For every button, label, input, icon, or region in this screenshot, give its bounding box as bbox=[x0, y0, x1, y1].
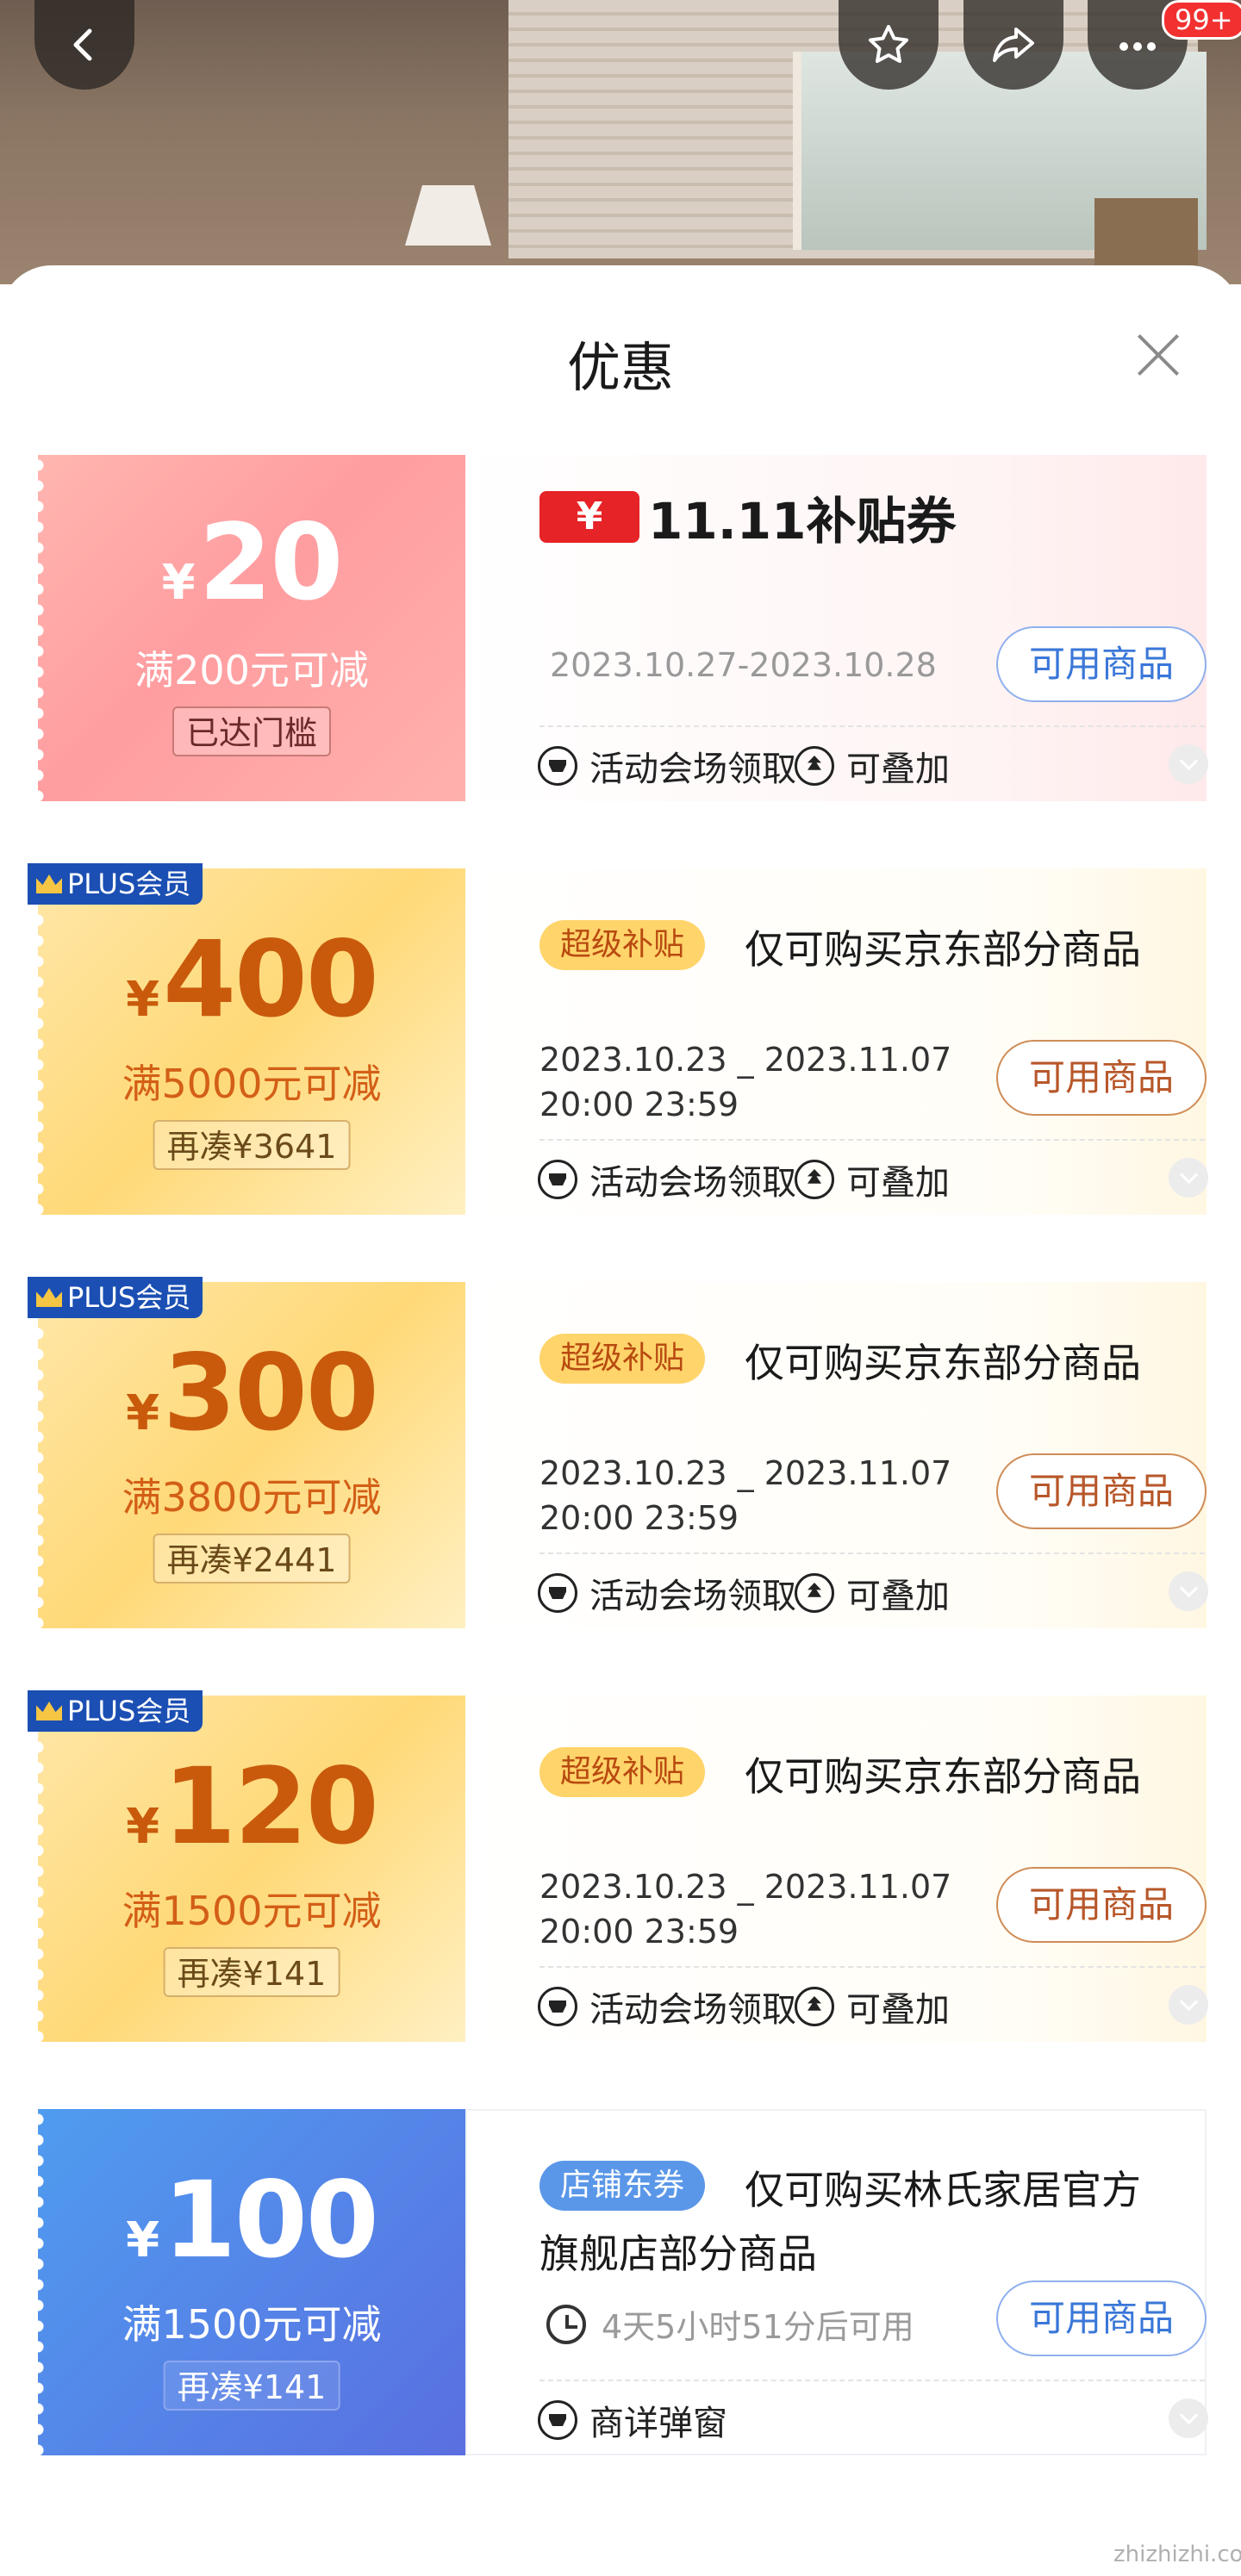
available-products-button[interactable]: 可用商品 bbox=[996, 1040, 1207, 1116]
coupon-title: 仅可购买京东部分商品 bbox=[745, 1753, 1141, 1800]
ticket-icon bbox=[538, 1160, 577, 1199]
coupon-value-panel: ¥20 满200元可减 已达门槛 bbox=[38, 455, 465, 801]
super-subsidy-pill: 超级补贴 bbox=[539, 920, 706, 970]
super-subsidy-pill: 超级补贴 bbox=[539, 1334, 706, 1384]
remaining-tag: 再凑¥141 bbox=[163, 2361, 340, 2411]
divider bbox=[539, 725, 1205, 727]
feature-claim: 活动会场领取 bbox=[538, 1982, 796, 2032]
plus-member-badge: PLUS会员 bbox=[28, 863, 203, 905]
plus-member-badge: PLUS会员 bbox=[28, 1690, 203, 1732]
double-eleven-logo: ¥ 11.11补贴券 bbox=[539, 481, 956, 553]
feature-claim: 活动会场领取 bbox=[538, 1568, 796, 1618]
available-products-button[interactable]: 可用商品 bbox=[996, 1453, 1207, 1529]
lamp-shade bbox=[405, 185, 491, 246]
expand-chevron-icon[interactable] bbox=[1169, 1571, 1208, 1611]
remaining-tag: 再凑¥3641 bbox=[153, 1120, 351, 1170]
close-icon[interactable] bbox=[1136, 333, 1181, 377]
notification-badge: 99+ bbox=[1162, 0, 1241, 40]
clock-icon bbox=[546, 2304, 586, 2344]
coupon-title: 仅可购买京东部分商品 bbox=[745, 1340, 1141, 1386]
coupon-edge bbox=[38, 455, 47, 801]
chevron-left-icon bbox=[73, 28, 92, 61]
coupon-card: ¥20 满200元可减 已达门槛 ¥ 11.11补贴券 2023.10.27-2… bbox=[38, 455, 1208, 801]
expand-chevron-icon[interactable] bbox=[1169, 1158, 1208, 1198]
validity-date: 2023.10.23 _ 2023.11.07 bbox=[539, 1454, 952, 1492]
ticket-icon bbox=[538, 746, 577, 786]
stack-icon bbox=[795, 746, 834, 786]
crown-icon bbox=[36, 1288, 62, 1307]
star-icon bbox=[869, 25, 908, 63]
coupon-condition: 满5000元可减 bbox=[122, 1061, 382, 1107]
expand-chevron-icon[interactable] bbox=[1169, 744, 1208, 784]
stack-icon bbox=[795, 1573, 834, 1613]
divider bbox=[539, 1966, 1205, 1968]
feature-stackable: 可叠加 bbox=[795, 1982, 950, 2032]
feature-stackable: 可叠加 bbox=[795, 741, 950, 791]
ticket-icon bbox=[538, 1987, 577, 2026]
available-products-button[interactable]: 可用商品 bbox=[996, 1867, 1207, 1943]
feature-claim: 活动会场领取 bbox=[538, 1154, 796, 1204]
validity-time: 20:00 23:59 bbox=[539, 1086, 739, 1123]
feature-stackable: 可叠加 bbox=[795, 1568, 950, 1618]
remaining-tag: 再凑¥2441 bbox=[153, 1534, 351, 1584]
plus-member-badge: PLUS会员 bbox=[28, 1277, 203, 1318]
share-icon bbox=[993, 28, 1034, 62]
sheet-title: 优惠 bbox=[566, 336, 674, 399]
coupon-card: ¥400 满5000元可减 再凑¥3641 PLUS会员 超级补贴 仅可购买京东… bbox=[28, 863, 1208, 1215]
stack-icon bbox=[795, 1987, 834, 2026]
coupon-condition: 满3800元可减 bbox=[122, 1474, 382, 1521]
ticket-icon bbox=[538, 1573, 577, 1613]
coupon-value-panel: ¥120 满1500元可减 再凑¥141 bbox=[38, 1696, 465, 2042]
coupon-condition: 满1500元可减 bbox=[122, 1888, 382, 1934]
coupon-amount: ¥100 bbox=[126, 2159, 379, 2281]
expand-chevron-icon[interactable] bbox=[1169, 2399, 1208, 2438]
crown-icon bbox=[36, 874, 62, 893]
validity-time: 20:00 23:59 bbox=[539, 1499, 739, 1537]
coupon-edge bbox=[38, 1282, 47, 1628]
feature-stackable: 可叠加 bbox=[795, 1154, 950, 1204]
ticket-icon bbox=[538, 2400, 577, 2440]
coupon-title: 仅可购买林氏家居官方 bbox=[745, 2167, 1141, 2213]
coupon-card: ¥120 满1500元可减 再凑¥141 PLUS会员 超级补贴 仅可购买京东部… bbox=[28, 1690, 1208, 2042]
coupon-amount: ¥400 bbox=[126, 918, 379, 1041]
available-products-button[interactable]: 可用商品 bbox=[996, 626, 1207, 702]
validity-date: 2023.10.23 _ 2023.11.07 bbox=[539, 1868, 952, 1906]
coupon-amount: ¥20 bbox=[161, 501, 344, 624]
coupon-edge bbox=[38, 2109, 47, 2455]
store-coupon-pill: 店铺东券 bbox=[539, 2161, 706, 2211]
remaining-tag: 再凑¥141 bbox=[163, 1947, 340, 1997]
coupon-value-panel: ¥100 满1500元可减 再凑¥141 bbox=[38, 2109, 465, 2455]
crown-icon bbox=[36, 1702, 62, 1720]
coupon-title: 仅可购买京东部分商品 bbox=[745, 926, 1141, 973]
coupon-condition: 满1500元可减 bbox=[122, 2301, 382, 2348]
countdown: 4天5小时51分后可用 bbox=[546, 2300, 914, 2348]
coupon-edge bbox=[38, 868, 47, 1215]
validity-date: 2023.10.23 _ 2023.11.07 bbox=[539, 1041, 952, 1079]
watermark: zhizhizhi.com bbox=[1113, 2542, 1241, 2567]
divider bbox=[539, 1552, 1205, 1554]
coupon-amount: ¥300 bbox=[126, 1332, 379, 1454]
super-subsidy-pill: 超级补贴 bbox=[539, 1747, 706, 1797]
feature-popup: 商详弹窗 bbox=[538, 2395, 727, 2445]
coupon-value-panel: ¥300 满3800元可减 再凑¥2441 bbox=[38, 1282, 465, 1628]
coupon-edge bbox=[38, 1696, 47, 2042]
validity-time: 20:00 23:59 bbox=[539, 1913, 739, 1951]
divider bbox=[539, 1139, 1205, 1141]
coupon-card: ¥100 满1500元可减 再凑¥141 店铺东券 仅可购买林氏家居官方 旗舰店… bbox=[38, 2109, 1208, 2455]
coupon-value-panel: ¥400 满5000元可减 再凑¥3641 bbox=[38, 868, 465, 1215]
coupon-title-line2: 旗舰店部分商品 bbox=[539, 2231, 817, 2277]
validity-date: 2023.10.27-2023.10.28 bbox=[550, 646, 937, 684]
divider bbox=[539, 2380, 1205, 2381]
more-icon bbox=[1119, 42, 1156, 51]
coupon-condition: 满200元可减 bbox=[134, 647, 369, 694]
feature-claim: 活动会场领取 bbox=[538, 741, 796, 791]
available-products-button[interactable]: 可用商品 bbox=[996, 2280, 1207, 2356]
coupon-amount: ¥120 bbox=[126, 1745, 379, 1868]
coupon-card: ¥300 满3800元可减 再凑¥2441 PLUS会员 超级补贴 仅可购买京东… bbox=[28, 1277, 1208, 1628]
stack-icon bbox=[795, 1160, 834, 1199]
threshold-tag: 已达门槛 bbox=[171, 706, 332, 756]
expand-chevron-icon[interactable] bbox=[1169, 1985, 1208, 2025]
